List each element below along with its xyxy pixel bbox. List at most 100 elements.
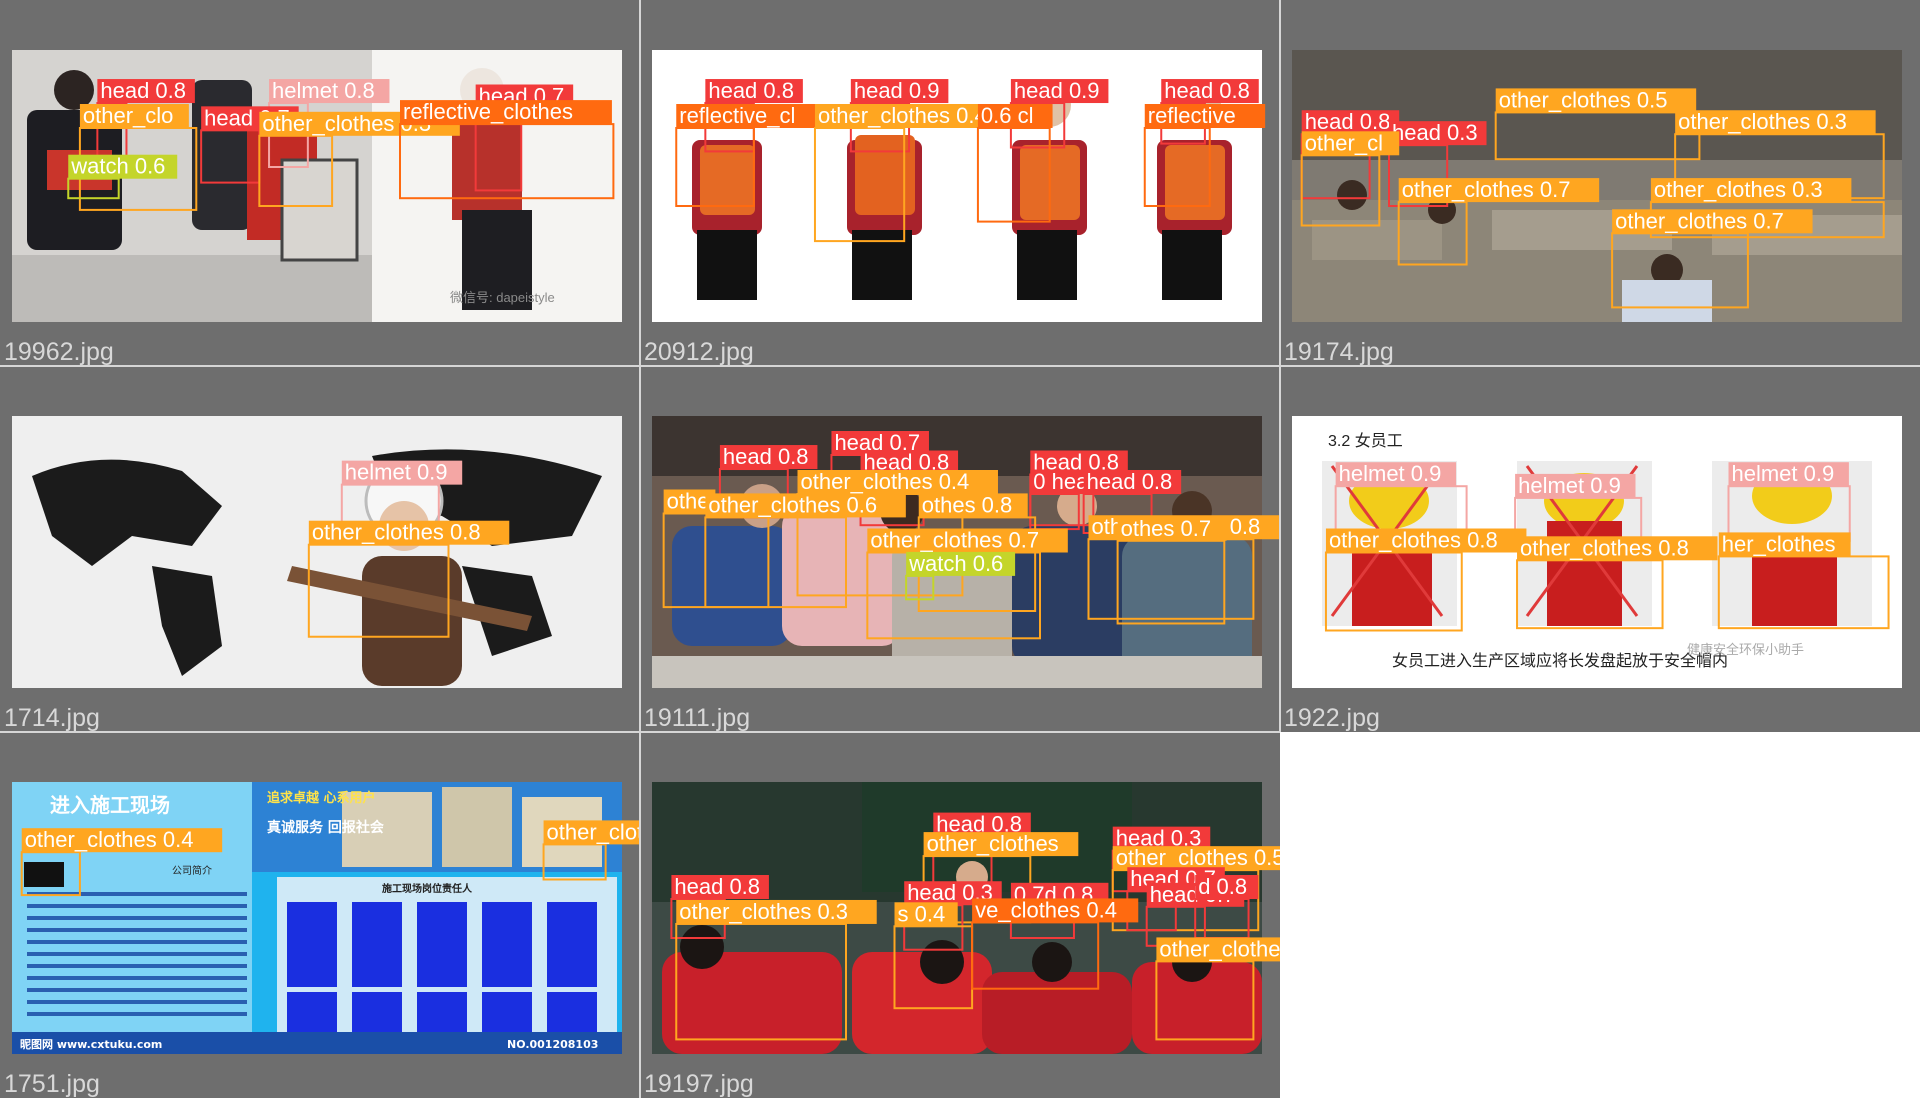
grid-separator	[0, 731, 1280, 733]
detection-label: head 0.3	[1392, 120, 1478, 145]
detection-reflective-clothes: reflective_cl	[675, 103, 831, 207]
detection-label: helmet 0.8	[272, 78, 375, 103]
bounding-box	[1155, 960, 1255, 1041]
bounding-box	[1087, 538, 1255, 620]
tile-1922: 3.2 女员工 女员工进入生产区域应将长发盘起放于安全帽内 健康安全环保小助手 …	[1280, 366, 1920, 732]
detection-label: other_clothes 0.4	[25, 827, 194, 852]
bounding-box	[20, 851, 81, 897]
detection-label: other_clothes 0.4	[801, 469, 970, 494]
detection-label: other_clo	[83, 103, 174, 128]
bounding-box	[893, 925, 974, 1010]
empty-tile	[1280, 732, 1920, 1098]
bounding-box	[67, 177, 120, 200]
bounding-box	[976, 127, 1051, 223]
tile-1714: 1714.jpg helmet 0.9 other_clothes 0.8	[0, 366, 640, 732]
detection-label: other_clothes 0.8	[312, 520, 481, 545]
detection-other-clothes: other_clothes 0.7	[1397, 177, 1600, 266]
detection-label: head 0.8	[100, 78, 186, 103]
detection-overlay: other_clothes 0.5head 0.8 head 0.3 other_c…	[1300, 87, 1885, 309]
tile-20912: 20912.jpg head 0.8 head 0.9 head 0.9 head 0…	[640, 0, 1280, 366]
detection-label: head 0.9	[854, 78, 940, 103]
bounding-box	[1300, 154, 1381, 227]
detection-overlay: head 0.8 helmet 0.8 head 0.7other_clo head …	[67, 78, 615, 211]
grid-separator	[639, 0, 641, 1098]
detection-label: helmet 0.9	[345, 460, 448, 485]
detection-label: other_clothes 0.4	[818, 103, 987, 128]
detection-other-clothes: othes 0.7	[1116, 516, 1227, 625]
detection-label: reflective_cl	[679, 103, 795, 128]
bounding-box	[1516, 559, 1664, 630]
detection-label: other_clothes 0.3	[679, 899, 848, 924]
detection-label: other_clothes 0.3	[1678, 109, 1847, 134]
detection-label: watch 0.6	[908, 551, 1003, 576]
tile-19111: 19111.jpg head 0.7 head 0.8 head 0.8 head 0…	[640, 366, 1280, 732]
detection-overlay: head 0.8 head 0.9 head 0.9 head 0.8reflecti…	[675, 78, 1266, 243]
bounding-box	[307, 543, 450, 638]
bounding-box	[1029, 493, 1080, 531]
bounding-box	[258, 134, 334, 207]
detection-label: othe	[667, 489, 710, 514]
detection-overlay: helmet 0.9 other_clothes 0.8	[307, 460, 510, 638]
detection-watch: watch 0.6	[67, 154, 178, 200]
detection-other-clothes: other_clothes 0.4	[542, 819, 640, 881]
detection-label: head 0.8	[1087, 469, 1173, 494]
bounding-box	[542, 843, 607, 881]
bounding-box	[1611, 232, 1749, 309]
detection-other-clothes: other_clothes 0.8	[1155, 936, 1280, 1041]
detection-label: other_clothes 0.6	[708, 492, 877, 517]
detection-label: 0.6 cl	[981, 103, 1034, 128]
detection-reflective-clothes: reflective	[1143, 103, 1266, 207]
bounding-box	[1397, 201, 1468, 266]
detection-label: helmet 0.9	[1518, 473, 1621, 498]
detection-label: ve_clothes 0.4	[975, 897, 1117, 922]
tile-19174: 19174.jpg other_clothes 0.5 head 0.8 head …	[1280, 0, 1920, 366]
detection-reflective-clothes: ve_clothes 0.4	[971, 897, 1139, 990]
detection-label: helmet 0.9	[1732, 461, 1835, 486]
detection-label: othes 0.7	[1121, 516, 1212, 541]
bounding-box	[675, 922, 847, 1041]
detection-reflective-clothes: reflective_clothes	[399, 99, 615, 200]
detection-other-clothes: s 0.4	[893, 901, 974, 1010]
detection-overlay: helmet 0.9 helmet 0.9 helmet 0.9 other_clot…	[1324, 461, 1890, 632]
bounding-box	[1143, 127, 1211, 207]
detection-other-clothes: other_clothes 0.8	[1324, 528, 1527, 632]
detection-label: s 0.4	[898, 901, 946, 926]
detection-other-clothes: her_clothes	[1717, 531, 1890, 630]
detection-overlay: head 0.8other_clothes head 0.3other_cloth…	[670, 812, 1280, 1041]
detection-label: other_clothes 0.4	[547, 819, 640, 844]
bounding-box	[675, 127, 755, 207]
detection-label: other_clothes 0.5	[1499, 87, 1668, 112]
grid-separator	[0, 365, 1920, 367]
bounding-box	[1116, 539, 1226, 625]
detection-label: head 0.8	[674, 874, 760, 899]
detection-label: head 0.8	[1164, 78, 1250, 103]
detection-other-clothes: other_clothes 0.7	[866, 528, 1068, 640]
detection-other-clothes: other_clothes 0.7	[1611, 208, 1813, 309]
detection-helmet: helmet 0.9	[340, 460, 463, 531]
detection-label: helmet 0.9	[1339, 461, 1442, 486]
bounding-box	[704, 516, 847, 609]
detection-label: other_cl	[1305, 130, 1383, 155]
detection-label: othes 0.8	[922, 492, 1013, 517]
detection-label: other_clothes 0.7	[1615, 208, 1784, 233]
detection-label: other_clothes 0.8	[1329, 528, 1498, 553]
detection-label: other_clothes	[927, 831, 1059, 856]
bounding-box	[971, 921, 1100, 990]
detection-label: other_clothes 0.7	[870, 528, 1039, 553]
detection-label: head 0.9	[1014, 78, 1100, 103]
detection-label: other_clothes 0.7	[1402, 177, 1571, 202]
detection-other-clothes: other_clothes 0.8	[307, 520, 510, 638]
bounding-box	[1494, 111, 1701, 161]
tile-1751: 进入施工现场 追求卓越 心系用户 真诚服务 回报社会 公司简介 施工现场岗位责任…	[0, 732, 640, 1098]
image-mosaic: 19962.jpg 微信号: dapeistyle head 0.8 helmet…	[0, 0, 1920, 1098]
detection-other-clothes: other_clothes 0.4	[20, 827, 223, 897]
bounding-box	[813, 127, 906, 243]
detection-helmet: helmet 0.9	[1727, 461, 1851, 542]
detection-label: her_clothes	[1722, 531, 1836, 556]
detection-other-clothes: other_clothes 0.5	[1494, 87, 1701, 161]
detection-label: other_clothes 0.8	[1520, 535, 1689, 560]
detection-label: other_clothes 0.8	[1159, 936, 1280, 961]
detection-overlay: other_clothes 0.4 other_clothes 0.4	[20, 819, 640, 897]
bounding-box	[1717, 555, 1890, 630]
detection-label: other_clothes 0.3	[1654, 177, 1823, 202]
